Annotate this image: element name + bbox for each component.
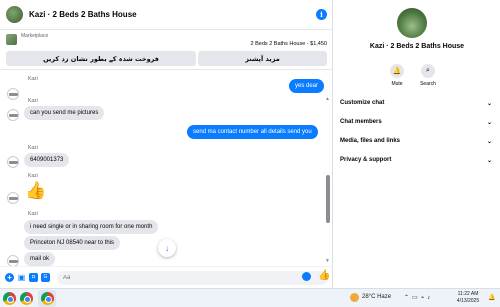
customize-chat-row[interactable]: Customize chat ⌄ bbox=[340, 96, 492, 110]
listing-title[interactable]: 2 Beds 2 Baths House - $1,450 bbox=[251, 41, 327, 47]
search-label: Search bbox=[420, 81, 436, 87]
windows-taskbar: 28°C Haze ⌃▭⌁♪ 11:22 AM 4/13/2025 🔔 bbox=[0, 288, 500, 307]
date-text: 4/13/2025 bbox=[456, 298, 480, 304]
message-in[interactable]: can you send me pictures bbox=[24, 106, 105, 120]
row-label: Media, files and links bbox=[340, 138, 401, 144]
plus-icon[interactable]: + bbox=[5, 273, 14, 282]
message-in[interactable]: i need single or in sharing room for one… bbox=[24, 220, 159, 234]
scroll-up-arrow-icon[interactable]: ▲ bbox=[325, 96, 330, 102]
sender-avatar bbox=[7, 109, 19, 121]
marketplace-banner: Marketplace 2 Beds 2 Baths House - $1,45… bbox=[0, 30, 333, 70]
sender-name: Kazi bbox=[28, 173, 38, 179]
chevron-down-icon: ⌄ bbox=[486, 157, 492, 164]
conversation-avatar-large[interactable] bbox=[397, 8, 427, 38]
chevron-down-icon: ⌄ bbox=[486, 138, 492, 145]
gif-icon[interactable]: G bbox=[41, 273, 50, 282]
listing-thumbnail[interactable] bbox=[6, 34, 17, 45]
jump-to-latest-button[interactable]: ↓ bbox=[158, 239, 176, 257]
conversation-title[interactable]: Kazi · 2 Beds 2 Baths House bbox=[29, 10, 316, 19]
messenger-app: Kazi · 2 Beds 2 Baths House i Marketplac… bbox=[0, 0, 500, 288]
row-label: Privacy & support bbox=[340, 157, 392, 163]
chat-members-row[interactable]: Chat members ⌄ bbox=[340, 115, 492, 129]
sender-name: Kazi bbox=[28, 76, 38, 82]
privacy-support-row[interactable]: Privacy & support ⌄ bbox=[340, 153, 492, 167]
chrome-icon[interactable] bbox=[20, 292, 33, 305]
conversation-avatar[interactable] bbox=[6, 6, 23, 23]
search-action[interactable]: ⌕ Search bbox=[413, 64, 443, 87]
sender-name: Kazi bbox=[28, 211, 38, 217]
mark-as-sold-button[interactable]: فروخت شدہ کے بطور نشان زد کریں bbox=[6, 51, 196, 66]
message-in[interactable]: Princeton NJ 08540 near to this bbox=[24, 236, 121, 250]
row-label: Chat members bbox=[340, 119, 382, 125]
search-icon: ⌕ bbox=[421, 64, 435, 78]
chrome-icon[interactable] bbox=[41, 292, 54, 305]
weather-text[interactable]: 28°C Haze bbox=[362, 294, 391, 300]
weather-icon[interactable] bbox=[350, 293, 359, 302]
message-in[interactable]: mail ok bbox=[24, 252, 56, 266]
scroll-down-arrow-icon[interactable]: ▼ bbox=[325, 258, 330, 264]
chat-pane: Kazi · 2 Beds 2 Baths House i Marketplac… bbox=[0, 0, 333, 288]
details-title: Kazi · 2 Beds 2 Baths House bbox=[369, 43, 465, 50]
conversation-details-panel: Kazi · 2 Beds 2 Baths House 🔔 Mute ⌕ Sea… bbox=[334, 0, 500, 288]
marketplace-label: Marketplace bbox=[21, 33, 49, 39]
like-sticker-icon[interactable]: 👍 bbox=[25, 182, 46, 199]
message-scrollbar[interactable] bbox=[326, 175, 330, 223]
mute-label: Mute bbox=[391, 81, 403, 87]
chat-header: Kazi · 2 Beds 2 Baths House i bbox=[0, 0, 333, 30]
chrome-icon[interactable] bbox=[3, 292, 16, 305]
sender-avatar bbox=[7, 192, 19, 204]
message-out[interactable]: send ma contact number all details send … bbox=[187, 125, 318, 139]
time-text: 11:22 AM bbox=[457, 291, 479, 297]
chevron-down-icon: ⌄ bbox=[486, 119, 492, 126]
info-icon[interactable]: i bbox=[316, 9, 327, 20]
message-in[interactable]: 6409001373 bbox=[24, 153, 70, 167]
image-icon[interactable]: ▣ bbox=[17, 273, 26, 282]
sender-avatar bbox=[7, 156, 19, 168]
send-like-icon[interactable]: 👍 bbox=[318, 270, 330, 281]
row-label: Customize chat bbox=[340, 100, 385, 106]
clock[interactable]: 11:22 AM 4/13/2025 bbox=[450, 291, 486, 305]
chevron-down-icon: ⌄ bbox=[486, 100, 492, 107]
sender-avatar bbox=[7, 255, 19, 266]
more-options-button[interactable]: مزید آپشنز bbox=[198, 51, 327, 66]
system-tray[interactable]: ⌃▭⌁♪ bbox=[404, 294, 433, 301]
bell-icon: 🔔 bbox=[390, 64, 404, 78]
sender-name: Kazi bbox=[28, 145, 38, 151]
message-list: Kazi yes dear Kazi can you send me pictu… bbox=[0, 70, 333, 266]
media-files-links-row[interactable]: Media, files and links ⌄ bbox=[340, 134, 492, 148]
message-out[interactable]: yes dear bbox=[289, 79, 325, 93]
mute-action[interactable]: 🔔 Mute bbox=[382, 64, 412, 87]
sender-avatar bbox=[7, 88, 19, 100]
sticker-icon[interactable]: ◘ bbox=[29, 273, 38, 282]
sender-name: Kazi bbox=[28, 98, 38, 104]
notification-bell-icon[interactable]: 🔔 bbox=[488, 294, 495, 301]
emoji-icon[interactable] bbox=[302, 272, 311, 281]
composer: + ▣ ◘ G bbox=[0, 266, 333, 288]
message-input[interactable] bbox=[57, 270, 328, 285]
